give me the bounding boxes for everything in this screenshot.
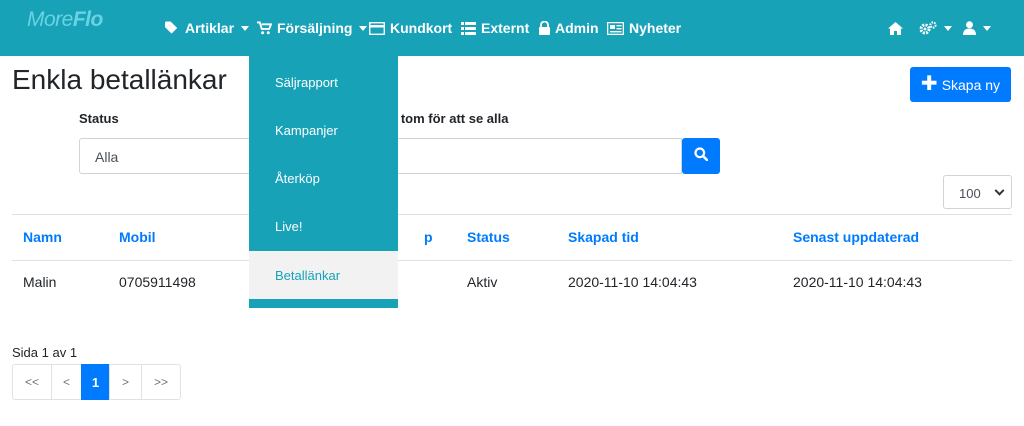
create-new-button[interactable]: ✚ Skapa ny <box>910 67 1011 102</box>
chevron-down-icon <box>241 25 250 31</box>
nav-nyheter[interactable]: Nyheter <box>607 19 681 37</box>
chevron-down-icon <box>994 185 1005 196</box>
search-icon <box>694 146 709 166</box>
cell-status: Aktiv <box>467 274 498 290</box>
newspaper-icon <box>607 21 624 35</box>
home-button[interactable] <box>888 19 903 37</box>
forsaljning-dropdown-menu: Säljrapport Kampanjer Återköp Live! Beta… <box>249 56 398 308</box>
credit-card-icon <box>369 21 385 35</box>
nav-label: Nyheter <box>629 20 682 36</box>
menu-item-saljrapport[interactable]: Säljrapport <box>249 58 398 106</box>
nav-artiklar[interactable]: Artiklar <box>165 19 250 37</box>
table-border <box>12 214 1012 215</box>
chevron-down-icon <box>944 25 952 31</box>
cogs-icon <box>919 21 937 35</box>
column-header-status[interactable]: Status <box>467 229 510 245</box>
page-first-button[interactable]: << <box>12 364 52 400</box>
cell-uppdaterad: 2020-11-10 14:04:43 <box>793 274 922 290</box>
plus-icon: ✚ <box>920 72 938 95</box>
cell-namn: Malin <box>23 274 57 290</box>
search-input[interactable] <box>390 138 682 174</box>
search-button[interactable] <box>682 138 720 174</box>
brand-logo[interactable]: MoreFlo <box>27 8 103 32</box>
nav-admin[interactable]: Admin <box>539 19 599 37</box>
page-size-select[interactable]: 100 <box>943 175 1012 209</box>
status-select[interactable]: Alla <box>79 138 259 174</box>
status-filter-label: Status <box>79 111 119 126</box>
lock-icon <box>539 21 550 35</box>
pagination: << < 1 > >> <box>12 364 181 400</box>
nav-label: Admin <box>555 20 599 36</box>
column-header-namn[interactable]: Namn <box>23 229 62 245</box>
column-header-mobil[interactable]: Mobil <box>119 229 156 245</box>
chevron-down-icon <box>983 25 991 31</box>
page-last-button[interactable]: >> <box>141 364 181 400</box>
list-icon <box>461 21 476 35</box>
user-icon <box>963 21 976 35</box>
nav-label: Kundkort <box>390 20 453 36</box>
column-header-uppdaterad[interactable]: Senast uppdaterad <box>793 229 919 245</box>
cell-skapad: 2020-11-10 14:04:43 <box>568 274 697 290</box>
nav-kundkort[interactable]: Kundkort <box>369 19 452 37</box>
cell-mobil: 0705911498 <box>119 274 196 290</box>
brand-text: More <box>27 8 73 31</box>
column-header-skapad[interactable]: Skapad tid <box>568 229 639 245</box>
page-size-value: 100 <box>959 186 981 201</box>
cart-icon <box>257 21 272 35</box>
chevron-down-icon <box>359 25 368 31</box>
menu-item-live[interactable]: Live! <box>249 202 398 250</box>
home-icon <box>888 21 903 35</box>
top-navbar: MoreFlo Artiklar Försäljning Kundkort Ex… <box>0 0 1024 56</box>
page-prev-button[interactable]: < <box>51 364 82 400</box>
menu-item-aterkop[interactable]: Återköp <box>249 154 398 202</box>
user-menu[interactable] <box>963 19 991 37</box>
nav-externt[interactable]: Externt <box>461 19 529 37</box>
menu-item-betallankar[interactable]: Betallänkar <box>249 251 398 299</box>
nav-label: Externt <box>481 20 530 36</box>
nav-label: Försäljning <box>277 20 353 36</box>
settings-menu[interactable] <box>919 19 952 37</box>
page-next-button[interactable]: > <box>109 364 142 400</box>
search-hint-label: s tom för att se alla <box>390 111 509 126</box>
menu-item-kampanjer[interactable]: Kampanjer <box>249 106 398 154</box>
nav-forsaljning[interactable]: Försäljning <box>257 19 368 37</box>
nav-label: Artiklar <box>185 20 235 36</box>
create-new-label: Skapa ny <box>941 76 1001 93</box>
page-number-button[interactable]: 1 <box>81 364 110 400</box>
tags-icon <box>165 21 180 35</box>
page-title: Enkla betallänkar <box>12 64 227 95</box>
table-border <box>12 260 1012 261</box>
brand-text-bold: Flo <box>72 8 104 31</box>
page-info: Sida 1 av 1 <box>12 345 78 360</box>
column-header-partial[interactable]: p <box>424 229 433 245</box>
